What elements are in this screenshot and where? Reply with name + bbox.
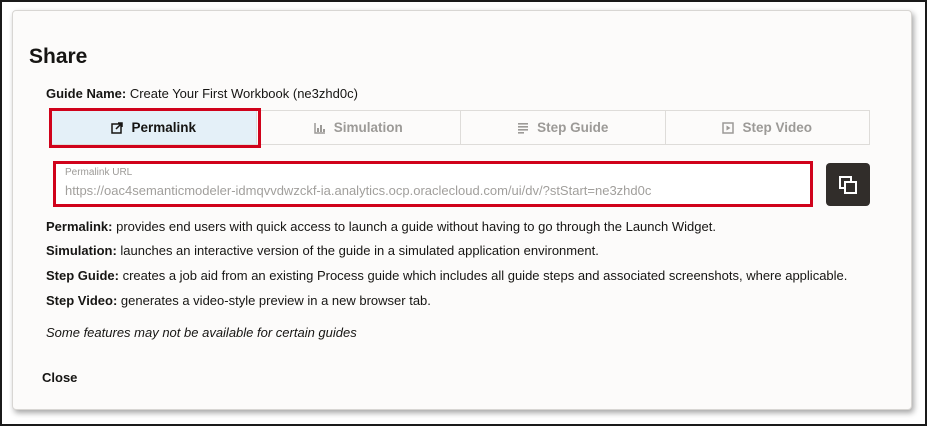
- dialog-title: Share: [29, 45, 88, 68]
- lines-icon: [518, 122, 529, 134]
- close-button[interactable]: Close: [42, 369, 77, 387]
- share-tabs: Permalink Simulation Step Guide Step Vid…: [51, 110, 870, 145]
- tab-step-video-label: Step Video: [742, 120, 813, 135]
- description-step-guide-text: creates a job aid from an existing Proce…: [122, 268, 848, 283]
- tab-permalink-label: Permalink: [131, 120, 197, 135]
- guide-name: Guide Name: Create Your First Workbook (…: [46, 85, 358, 103]
- chart-icon: [313, 122, 325, 134]
- description-step-guide: Step Guide: creates a job aid from an ex…: [46, 267, 847, 285]
- description-permalink: Permalink: provides end users with quick…: [46, 218, 716, 236]
- description-step-video-label: Step Video:: [46, 293, 118, 308]
- share-dialog: Share Guide Name: Create Your First Work…: [12, 10, 912, 410]
- description-step-guide-label: Step Guide:: [46, 268, 119, 283]
- permalink-url-label: Permalink URL: [65, 167, 133, 178]
- description-step-video: Step Video: generates a video-style prev…: [46, 292, 431, 310]
- tab-permalink[interactable]: Permalink: [52, 111, 257, 144]
- description-permalink-text: provides end users with quick access to …: [116, 219, 716, 234]
- video-icon: [722, 121, 735, 134]
- tab-step-guide-label: Step Guide: [537, 120, 609, 135]
- tab-step-video[interactable]: Step Video: [666, 111, 870, 144]
- permalink-url-value[interactable]: https://oac4semanticmodeler-idmqvvdwzckf…: [65, 182, 651, 200]
- permalink-url-field[interactable]: Permalink URL https://oac4semanticmodele…: [55, 163, 812, 207]
- screenshot-frame: Share Guide Name: Create Your First Work…: [0, 0, 927, 426]
- availability-note: Some features may not be available for c…: [46, 325, 357, 340]
- description-simulation-text: launches an interactive version of the g…: [120, 243, 599, 258]
- description-permalink-label: Permalink:: [46, 219, 113, 234]
- description-step-video-text: generates a video-style preview in a new…: [120, 293, 431, 308]
- tab-simulation[interactable]: Simulation: [257, 111, 461, 144]
- external-link-icon: [111, 121, 124, 134]
- description-simulation: Simulation: launches an interactive vers…: [46, 242, 599, 260]
- tab-simulation-label: Simulation: [333, 120, 403, 135]
- guide-name-label: Guide Name:: [46, 86, 127, 101]
- description-simulation-label: Simulation:: [46, 243, 117, 258]
- copy-icon: [839, 175, 857, 194]
- copy-url-button[interactable]: [826, 163, 870, 206]
- tab-step-guide[interactable]: Step Guide: [461, 111, 666, 144]
- guide-name-value: Create Your First Workbook (ne3zhd0c): [129, 86, 358, 101]
